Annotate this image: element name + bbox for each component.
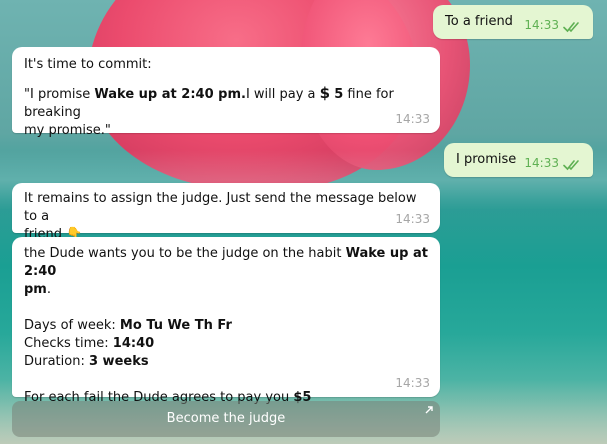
commit-mid: I will pay a	[245, 87, 320, 102]
invite-line-2: pm.	[24, 281, 428, 299]
invite-duration: Duration: 3 weeks	[24, 353, 428, 371]
message-time: 14:33	[395, 376, 430, 390]
message-time: 14:33	[524, 156, 559, 170]
duration-value: 3 weeks	[88, 354, 149, 369]
message-incoming-invite[interactable]: the Dude wants you to be the judge on th…	[12, 237, 440, 405]
checks-label: Checks time:	[24, 336, 113, 351]
invite-checks: Checks time: 14:40	[24, 335, 428, 353]
duration-label: Duration:	[24, 354, 89, 369]
message-incoming-assign-judge[interactable]: It remains to assign the judge. Just sen…	[12, 183, 440, 242]
message-incoming-commit[interactable]: It's time to commit: "I promise Wake up …	[12, 47, 440, 138]
checks-value: 14:40	[112, 336, 155, 351]
commit-intro: It's time to commit:	[24, 57, 152, 72]
invite-line-1: the Dude wants you to be the judge on th…	[24, 245, 428, 281]
message-text: To a friend	[445, 14, 513, 29]
arrow-up-right-icon	[425, 406, 433, 414]
commit-quote-open: "I promise	[24, 87, 95, 102]
message-time: 14:33	[524, 18, 559, 32]
double-check-icon	[563, 160, 579, 171]
message-outgoing-to-a-friend[interactable]: To a friend 14:33	[433, 5, 593, 39]
message-text: I promise	[456, 152, 517, 167]
commit-amount: 5	[334, 87, 344, 102]
commit-promise-end: my promise."	[24, 123, 111, 138]
commit-habit: Wake up at 2:40 pm.	[94, 87, 246, 102]
invite-habit-end: pm	[24, 282, 47, 297]
invite-days: Days of week: Mo Tu We Th Fr	[24, 317, 428, 335]
days-value: Mo Tu We Th Fr	[119, 318, 232, 333]
become-judge-label: Become the judge	[166, 411, 286, 426]
days-label: Days of week:	[24, 318, 120, 333]
double-check-icon	[563, 22, 579, 33]
invite-period: .	[46, 282, 51, 297]
message-time: 14:33	[395, 112, 430, 126]
message-outgoing-i-promise[interactable]: I promise 14:33	[444, 143, 593, 177]
message-time: 14:33	[395, 212, 430, 226]
become-judge-button[interactable]: Become the judge	[12, 401, 440, 437]
dollar-icon: $	[319, 84, 331, 102]
commit-promise-line: "I promise Wake up at 2:40 pm.I will pay…	[24, 84, 428, 122]
invite-prefix: the Dude wants you to be the judge on th…	[24, 246, 346, 261]
assign-line-1: It remains to assign the judge. Just sen…	[24, 191, 417, 224]
